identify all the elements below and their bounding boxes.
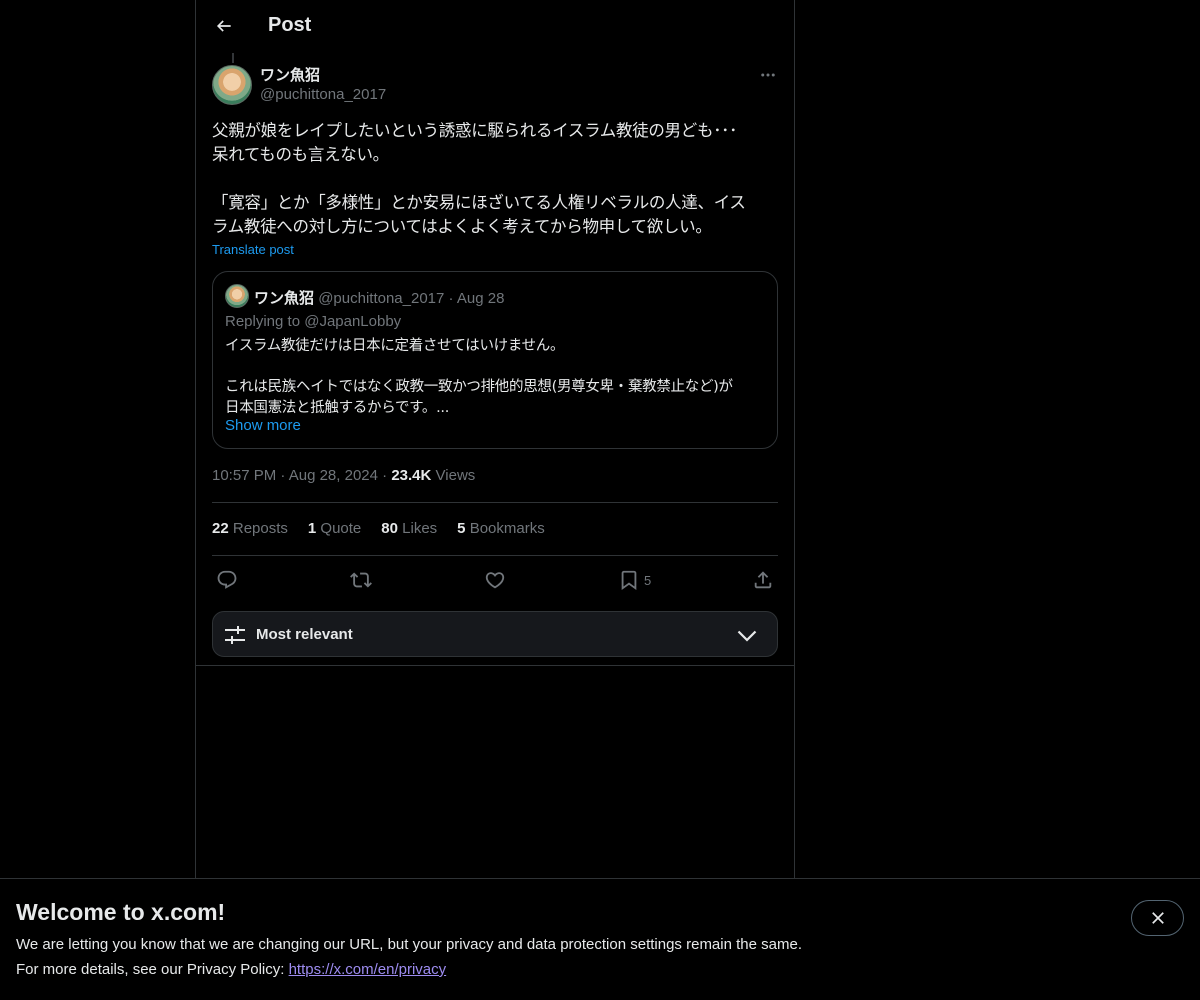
- quoted-author-handle: @puchittona_2017: [318, 290, 445, 307]
- meta-separator: ·: [280, 467, 286, 484]
- reply-icon: [217, 570, 237, 589]
- bookmarks-count: 5: [457, 520, 466, 537]
- bookmarks-stat[interactable]: 5 Bookmarks: [457, 520, 545, 537]
- back-button[interactable]: [206, 8, 242, 44]
- quoted-post-meta: ワン魚㹦 @puchittona_2017 · Aug 28: [254, 287, 504, 308]
- divider: [212, 502, 778, 503]
- quoted-author-name: ワン魚㹦: [254, 290, 315, 307]
- author-name[interactable]: ワン魚㹦: [260, 64, 320, 85]
- quoted-text: イスラム教徒だけは日本に定着させてはいけません。 これは民族ヘイトではなく政教一…: [225, 338, 733, 416]
- quotes-stat[interactable]: 1 Quote: [308, 520, 361, 537]
- reposts-label: Reposts: [232, 520, 288, 537]
- divider: [212, 555, 778, 556]
- repost-button[interactable]: [350, 566, 372, 594]
- post-timestamp-row: 10:57 PM · Aug 28, 2024 · 23.4K Views: [212, 467, 475, 484]
- author-handle[interactable]: @puchittona_2017: [260, 86, 386, 103]
- meta-separator: ·: [382, 467, 388, 484]
- privacy-policy-link[interactable]: https://x.com/en/privacy: [289, 961, 447, 978]
- post-text: 父親が娘をレイプしたいという誘惑に駆られるイスラム教徒の男ども･･･ 呆れてもの…: [212, 121, 746, 236]
- close-icon: [1151, 912, 1164, 924]
- post-date[interactable]: Aug 28, 2024: [289, 467, 378, 484]
- bookmark-icon: [621, 570, 637, 591]
- bookmark-button[interactable]: 5: [618, 566, 651, 594]
- reply-sort-dropdown[interactable]: Most relevant: [212, 611, 778, 657]
- meta-separator: ·: [448, 290, 454, 307]
- divider: [196, 665, 794, 666]
- likes-label: Likes: [402, 520, 438, 537]
- share-button[interactable]: [752, 566, 774, 594]
- views-count: 23.4K: [391, 467, 432, 484]
- avatar[interactable]: [212, 65, 252, 105]
- share-icon: [754, 571, 772, 589]
- top-bar: Post: [196, 0, 794, 53]
- likes-count: 80: [381, 520, 398, 537]
- replying-to: Replying to @JapanLobby: [225, 313, 402, 330]
- quoted-date: Aug 28: [456, 290, 505, 307]
- banner-close-button[interactable]: [1131, 900, 1184, 936]
- post-time[interactable]: 10:57 PM: [212, 467, 276, 484]
- stats-row: 22 Reposts 1 Quote 80 Likes 5 Bookmarks: [212, 520, 545, 537]
- repost-icon: [350, 572, 372, 588]
- quoted-post[interactable]: ワン魚㹦 @puchittona_2017 · Aug 28 Replying …: [212, 271, 778, 449]
- chevron-down-icon: [737, 630, 757, 642]
- bookmarks-label: Bookmarks: [469, 520, 545, 537]
- more-options-button[interactable]: [756, 64, 780, 86]
- reposts-stat[interactable]: 22 Reposts: [212, 520, 288, 537]
- views-label: Views: [435, 467, 476, 484]
- quotes-label: Quote: [320, 520, 362, 537]
- thread-line: [232, 53, 234, 63]
- likes-stat[interactable]: 80 Likes: [381, 520, 437, 537]
- banner-message: We are letting you know that we are chan…: [16, 936, 802, 953]
- main-column: Post ワン魚㹦 @puchittona_2017 父親が娘をレイプしたいとい…: [195, 0, 795, 1000]
- more-horizontal-icon: [761, 73, 775, 77]
- reposts-count: 22: [212, 520, 229, 537]
- quotes-count: 1: [307, 520, 317, 537]
- sliders-icon: [225, 626, 245, 644]
- banner-policy-line: For more details, see our Privacy Policy…: [16, 961, 446, 978]
- like-button[interactable]: [484, 566, 506, 594]
- page-title: Post: [268, 14, 312, 36]
- arrow-left-icon: [216, 20, 231, 32]
- welcome-banner: Welcome to x.com! We are letting you kno…: [0, 878, 1200, 1000]
- reply-button[interactable]: [216, 566, 238, 594]
- quoted-avatar: [225, 284, 249, 308]
- bookmark-count: 5: [644, 572, 652, 588]
- banner-title: Welcome to x.com!: [16, 899, 226, 925]
- translate-post-link[interactable]: Translate post: [212, 242, 294, 257]
- banner-policy-prefix: For more details, see our Privacy Policy…: [16, 961, 289, 978]
- sort-label: Most relevant: [256, 626, 353, 643]
- show-more-link[interactable]: Show more: [225, 417, 301, 434]
- heart-icon: [485, 572, 505, 589]
